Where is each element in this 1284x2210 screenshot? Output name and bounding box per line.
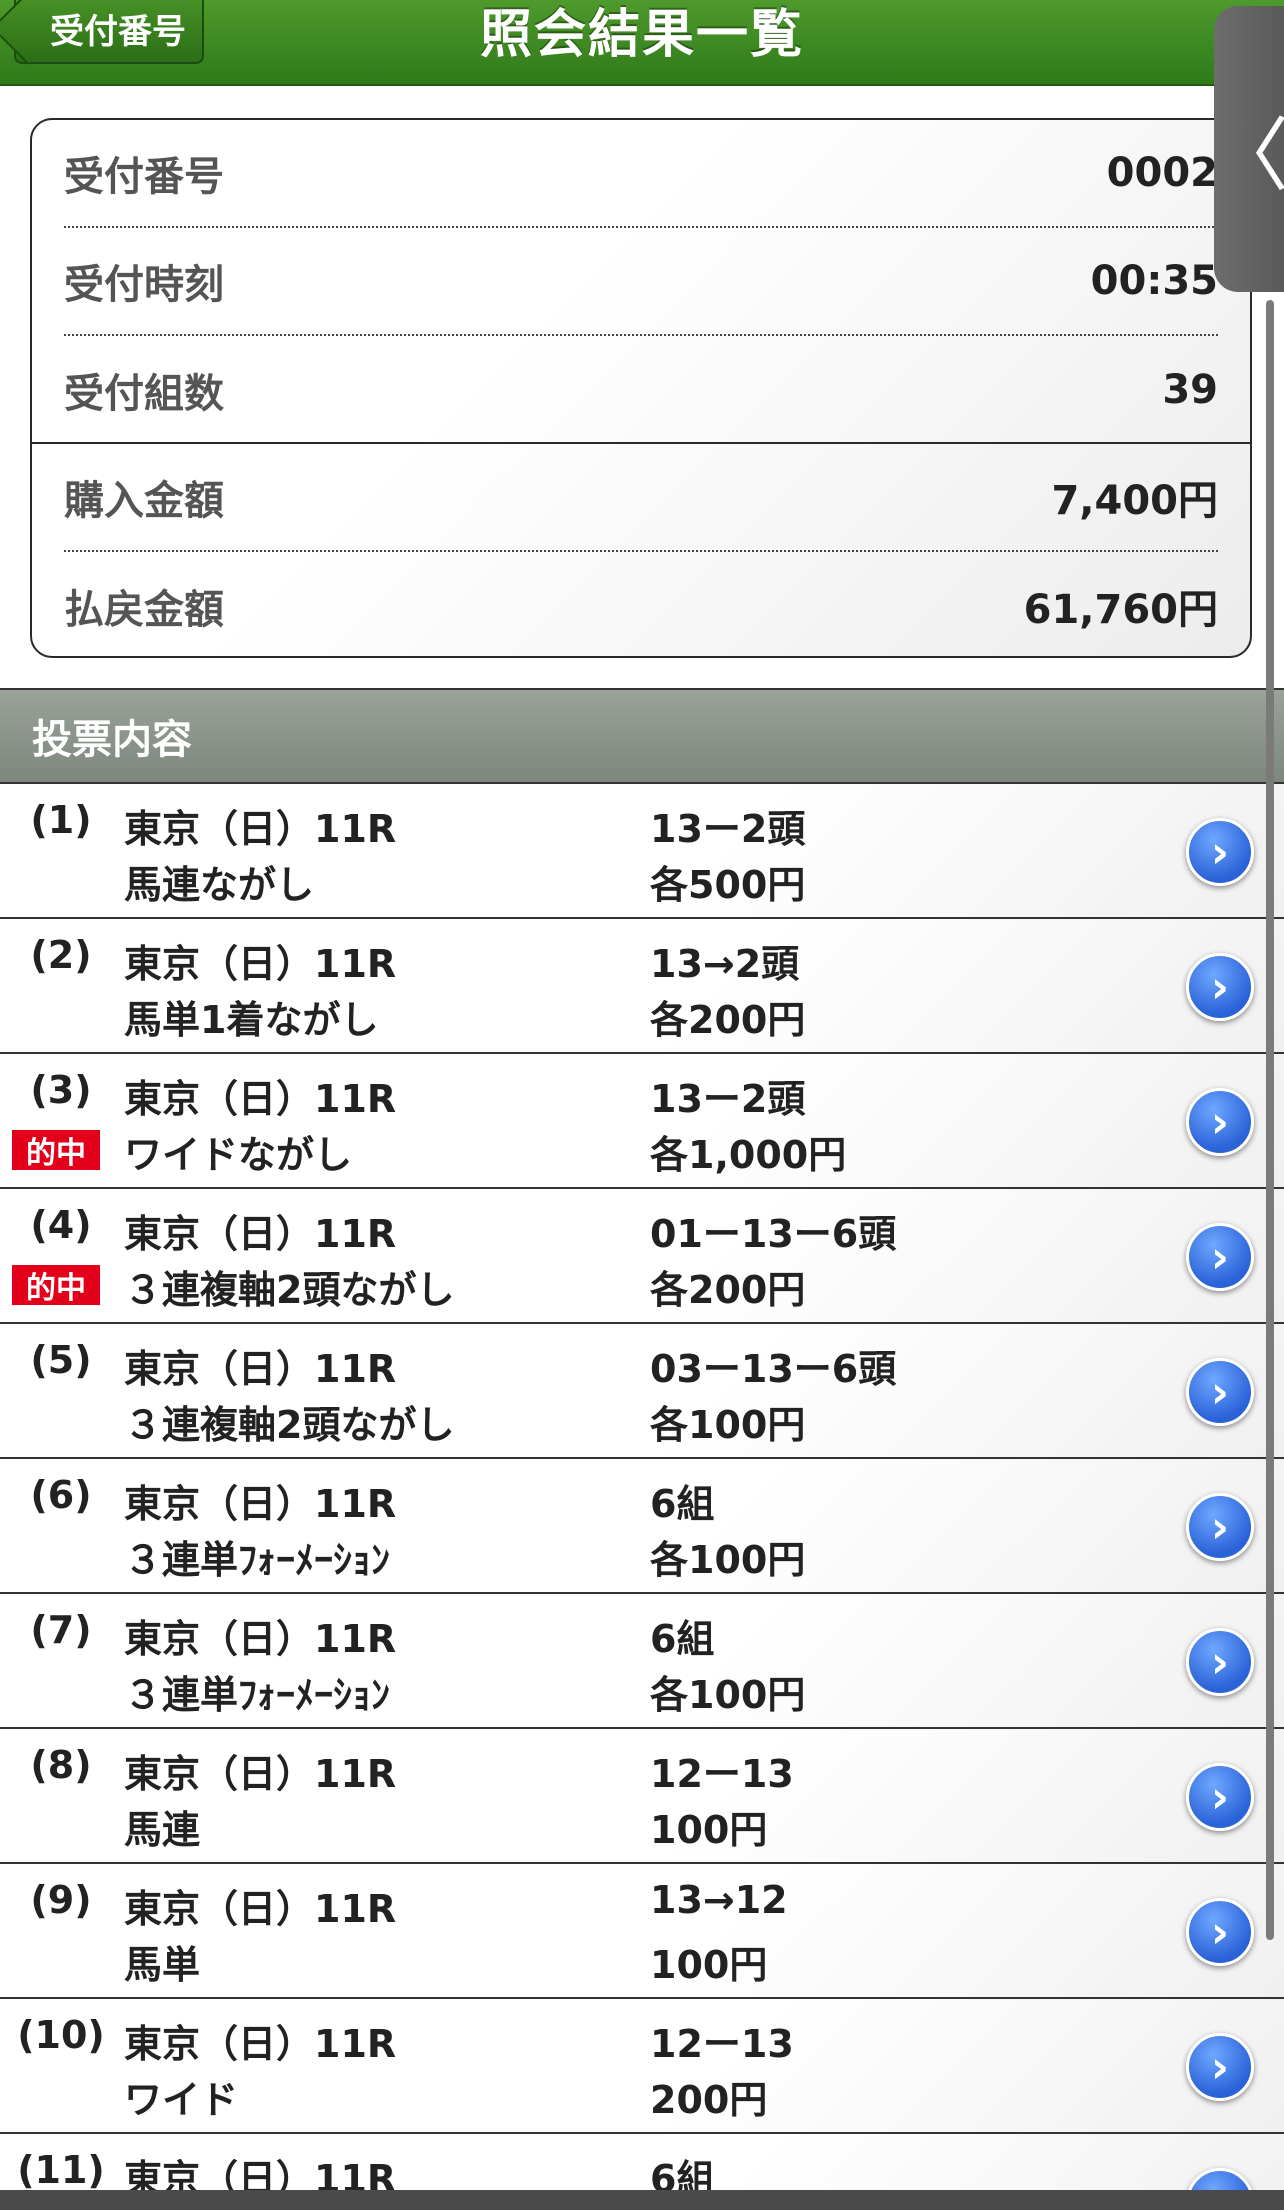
bet-list-item[interactable]: (5) 東京（日）11R ３連複軸2頭ながし 03ー13ー6頭 各100円 › <box>0 1324 1284 1459</box>
section-header: 投票内容 <box>0 688 1284 784</box>
summary-label: 購入金額 <box>64 478 224 524</box>
bet-type: 馬単1着ながし <box>124 998 379 1042</box>
bet-amount: 各200円 <box>650 998 806 1042</box>
bet-amount: 100円 <box>650 1943 768 1987</box>
bet-number: (9) <box>30 1878 92 1922</box>
chevron-right-icon[interactable]: › <box>1186 818 1254 886</box>
race-name: 東京（日）11R <box>124 1887 397 1931</box>
bet-combination: 12ー13 <box>650 2022 794 2066</box>
race-name: 東京（日）11R <box>124 942 397 986</box>
bet-amount: 各1,000円 <box>650 1133 847 1177</box>
race-name: 東京（日）11R <box>124 1347 397 1391</box>
bet-type: ３連複軸2頭ながし <box>124 1268 455 1312</box>
chevron-right-icon[interactable]: › <box>1186 1358 1254 1426</box>
page-title: 照会結果一覧 <box>479 5 804 65</box>
chevron-right-icon[interactable]: › <box>1186 1763 1254 1831</box>
bet-amount: 各100円 <box>650 1673 806 1717</box>
bet-number: (5) <box>30 1338 92 1382</box>
summary-value: 61,760円 <box>1023 587 1218 633</box>
bet-type: ３連単ﾌｫｰﾒｰｼｮﾝ <box>124 1538 391 1582</box>
hit-badge: 的中 <box>12 1265 100 1306</box>
hit-badge: 的中 <box>12 1130 100 1171</box>
bet-number: (7) <box>30 1608 92 1652</box>
bet-amount: 各100円 <box>650 1538 806 1582</box>
bet-type: ３連単ﾌｫｰﾒｰｼｮﾝ <box>124 1673 391 1717</box>
summary-card: 受付番号 0002 受付時刻 00:35 受付組数 39 購入金額 7,400円… <box>30 118 1252 658</box>
race-name: 東京（日）11R <box>124 1482 397 1526</box>
bet-type: 馬単 <box>124 1943 201 1987</box>
summary-value: 0002 <box>1106 150 1218 196</box>
bet-type: 馬連ながし <box>124 863 315 907</box>
bet-list: (1) 東京（日）11R 馬連ながし 13ー2頭 各500円 › (2) 東京（… <box>0 784 1284 2210</box>
bet-type: ３連複軸2頭ながし <box>124 1403 455 1447</box>
bet-combination: 6組 <box>650 1617 715 1661</box>
race-name: 東京（日）11R <box>124 1212 397 1256</box>
bet-amount: 100円 <box>650 1808 768 1852</box>
bet-list-item[interactable]: (7) 東京（日）11R ３連単ﾌｫｰﾒｰｼｮﾝ 6組 各100円 › <box>0 1594 1284 1729</box>
bet-combination: 13→2頭 <box>650 942 800 986</box>
chevron-left-icon: 〈 <box>1209 109 1284 202</box>
bet-combination: 13ー2頭 <box>650 1077 806 1121</box>
summary-row-purchase-amount: 購入金額 7,400円 <box>64 444 1218 552</box>
bet-number: (10) <box>17 2013 105 2057</box>
bet-amount: 各200円 <box>650 1268 806 1312</box>
chevron-right-icon[interactable]: › <box>1186 2033 1254 2101</box>
chevron-right-icon[interactable]: › <box>1186 1088 1254 1156</box>
scrollbar[interactable] <box>1266 300 1274 1940</box>
bet-number: (2) <box>30 933 92 977</box>
bet-amount: 200円 <box>650 2078 768 2122</box>
bet-list-item[interactable]: (2) 東京（日）11R 馬単1着ながし 13→2頭 各200円 › <box>0 919 1284 1054</box>
summary-value: 00:35 <box>1090 258 1218 304</box>
bet-list-item[interactable]: (3) 東京（日）11R ワイドながし 13ー2頭 各1,000円 › 的中 <box>0 1054 1284 1189</box>
race-name: 東京（日）11R <box>124 1617 397 1661</box>
nav-bar: 受付番号 照会結果一覧 <box>0 0 1284 86</box>
summary-label: 受付組数 <box>64 371 224 417</box>
summary-row-combination-count: 受付組数 39 <box>64 336 1218 444</box>
bet-list-item[interactable]: (6) 東京（日）11R ３連単ﾌｫｰﾒｰｼｮﾝ 6組 各100円 › <box>0 1459 1284 1594</box>
race-name: 東京（日）11R <box>124 1077 397 1121</box>
summary-row-receipt-number: 受付番号 0002 <box>64 120 1218 228</box>
summary-row-receipt-time: 受付時刻 00:35 <box>64 228 1218 336</box>
summary-label: 払戻金額 <box>64 587 224 633</box>
summary-label: 受付時刻 <box>64 262 224 308</box>
race-name: 東京（日）11R <box>124 2022 397 2066</box>
bet-number: (6) <box>30 1473 92 1517</box>
summary-value: 39 <box>1162 367 1218 413</box>
bet-number: (1) <box>30 798 92 842</box>
bet-type: ワイド <box>124 2078 239 2122</box>
bet-list-item[interactable]: (4) 東京（日）11R ３連複軸2頭ながし 01ー13ー6頭 各200円 › 的… <box>0 1189 1284 1324</box>
chevron-right-icon[interactable]: › <box>1186 1223 1254 1291</box>
bet-amount: 各100円 <box>650 1403 806 1447</box>
bet-combination: 12ー13 <box>650 1752 794 1796</box>
bet-number: (4) <box>30 1203 92 1247</box>
race-name: 東京（日）11R <box>124 1752 397 1796</box>
bet-type: 馬連 <box>124 1808 201 1852</box>
chevron-right-icon[interactable]: › <box>1186 1898 1254 1966</box>
bet-number: (3) <box>30 1068 92 1112</box>
bet-list-item[interactable]: (1) 東京（日）11R 馬連ながし 13ー2頭 各500円 › <box>0 784 1284 919</box>
bet-number: (11) <box>17 2148 105 2192</box>
summary-label: 受付番号 <box>64 154 224 200</box>
bottom-toolbar <box>0 2190 1284 2210</box>
chevron-right-icon[interactable]: › <box>1186 953 1254 1021</box>
bet-combination: 03ー13ー6頭 <box>650 1347 897 1391</box>
bet-combination: 13→12 <box>650 1878 788 1922</box>
summary-row-payout-amount: 払戻金額 61,760円 <box>64 552 1218 656</box>
bet-combination: 6組 <box>650 1482 715 1526</box>
race-name: 東京（日）11R <box>124 807 397 851</box>
bet-list-item[interactable]: (9) 東京（日）11R 馬単 13→12 100円 › <box>0 1864 1284 1999</box>
bet-type: ワイドながし <box>124 1133 353 1177</box>
summary-value: 7,400円 <box>1051 478 1218 524</box>
bet-combination: 13ー2頭 <box>650 807 806 851</box>
bet-number: (8) <box>30 1743 92 1787</box>
side-drawer-tab[interactable]: 〈 <box>1209 6 1284 292</box>
chevron-right-icon[interactable]: › <box>1186 1628 1254 1696</box>
bet-list-item[interactable]: (10) 東京（日）11R ワイド 12ー13 200円 › <box>0 1999 1284 2134</box>
bet-combination: 01ー13ー6頭 <box>650 1212 897 1256</box>
chevron-right-icon[interactable]: › <box>1186 1493 1254 1561</box>
bet-list-item[interactable]: (8) 東京（日）11R 馬連 12ー13 100円 › <box>0 1729 1284 1864</box>
bet-amount: 各500円 <box>650 863 806 907</box>
